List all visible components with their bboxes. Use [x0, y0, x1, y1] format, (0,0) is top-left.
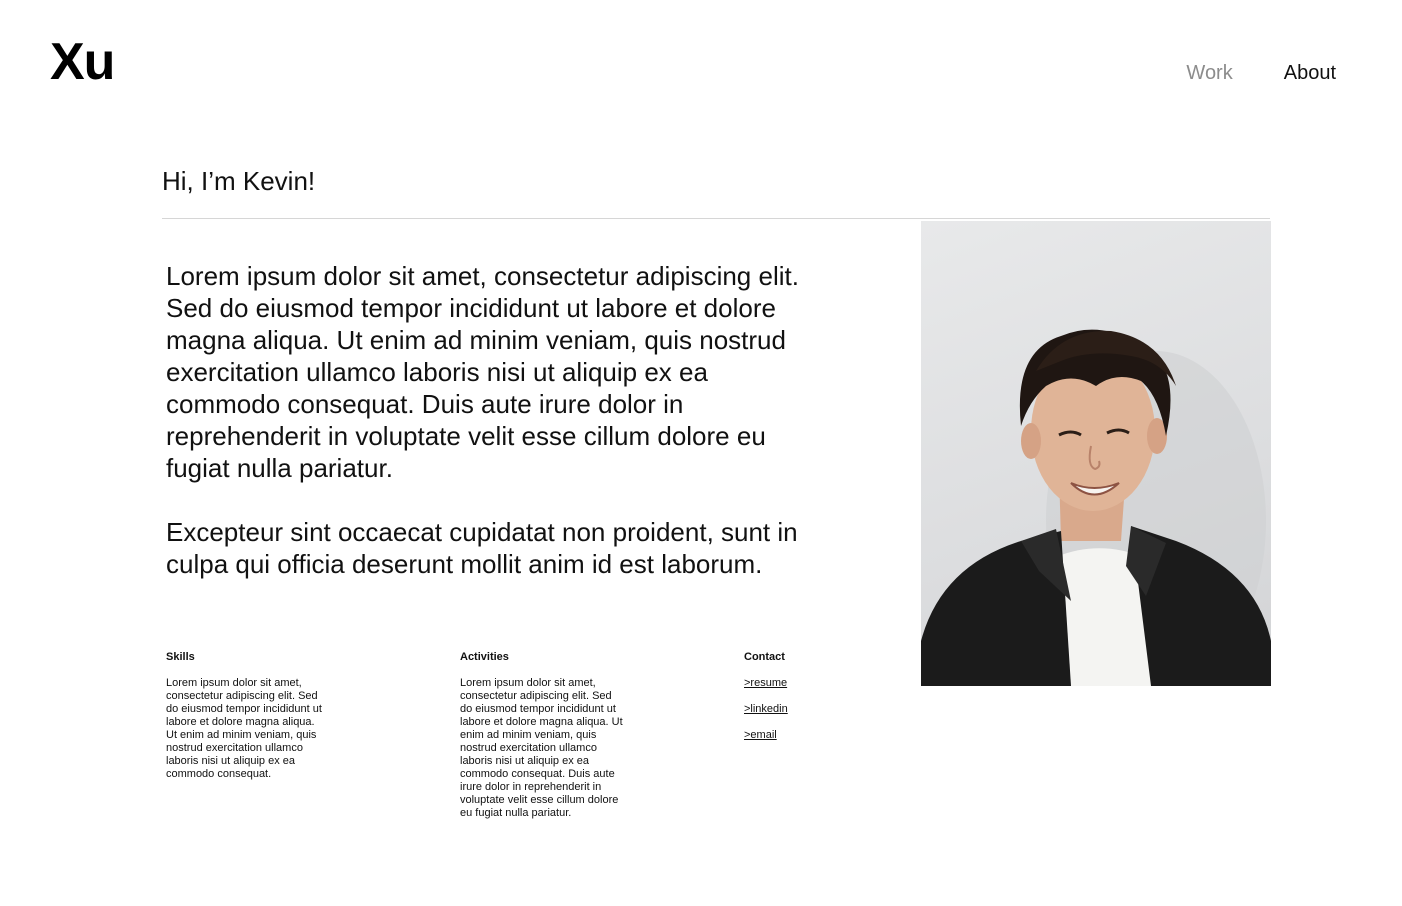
section-divider	[162, 218, 1270, 219]
linkedin-link[interactable]: >linkedin	[744, 703, 864, 716]
bio-paragraph-1: Lorem ipsum dolor sit amet, consectetur …	[166, 261, 799, 483]
activities-text: Lorem ipsum dolor sit amet, consectetur …	[460, 677, 623, 819]
main-nav: Work About	[1186, 60, 1336, 86]
page-greeting: Hi, I’m Kevin!	[162, 166, 316, 196]
bio-section: Lorem ipsum dolor sit amet, consectetur …	[166, 260, 806, 612]
skills-column: Skills Lorem ipsum dolor sit amet, conse…	[166, 650, 328, 781]
contact-heading: Contact	[744, 651, 785, 663]
contact-column: Contact >resume >linkedin >email	[744, 650, 864, 755]
bio-paragraph-2: Excepteur sint occaecat cupidatat non pr…	[166, 517, 798, 579]
nav-link-about[interactable]: About	[1284, 60, 1336, 86]
skills-text: Lorem ipsum dolor sit amet, consectetur …	[166, 677, 322, 780]
skills-heading: Skills	[166, 651, 195, 663]
site-logo[interactable]: Xu	[50, 32, 115, 92]
activities-column: Activities Lorem ipsum dolor sit amet, c…	[460, 650, 624, 820]
nav-link-work[interactable]: Work	[1186, 60, 1232, 86]
activities-heading: Activities	[460, 651, 509, 663]
profile-photo	[921, 221, 1271, 686]
portrait-illustration	[921, 329, 1271, 686]
email-link[interactable]: >email	[744, 729, 864, 742]
resume-link[interactable]: >resume	[744, 677, 864, 690]
